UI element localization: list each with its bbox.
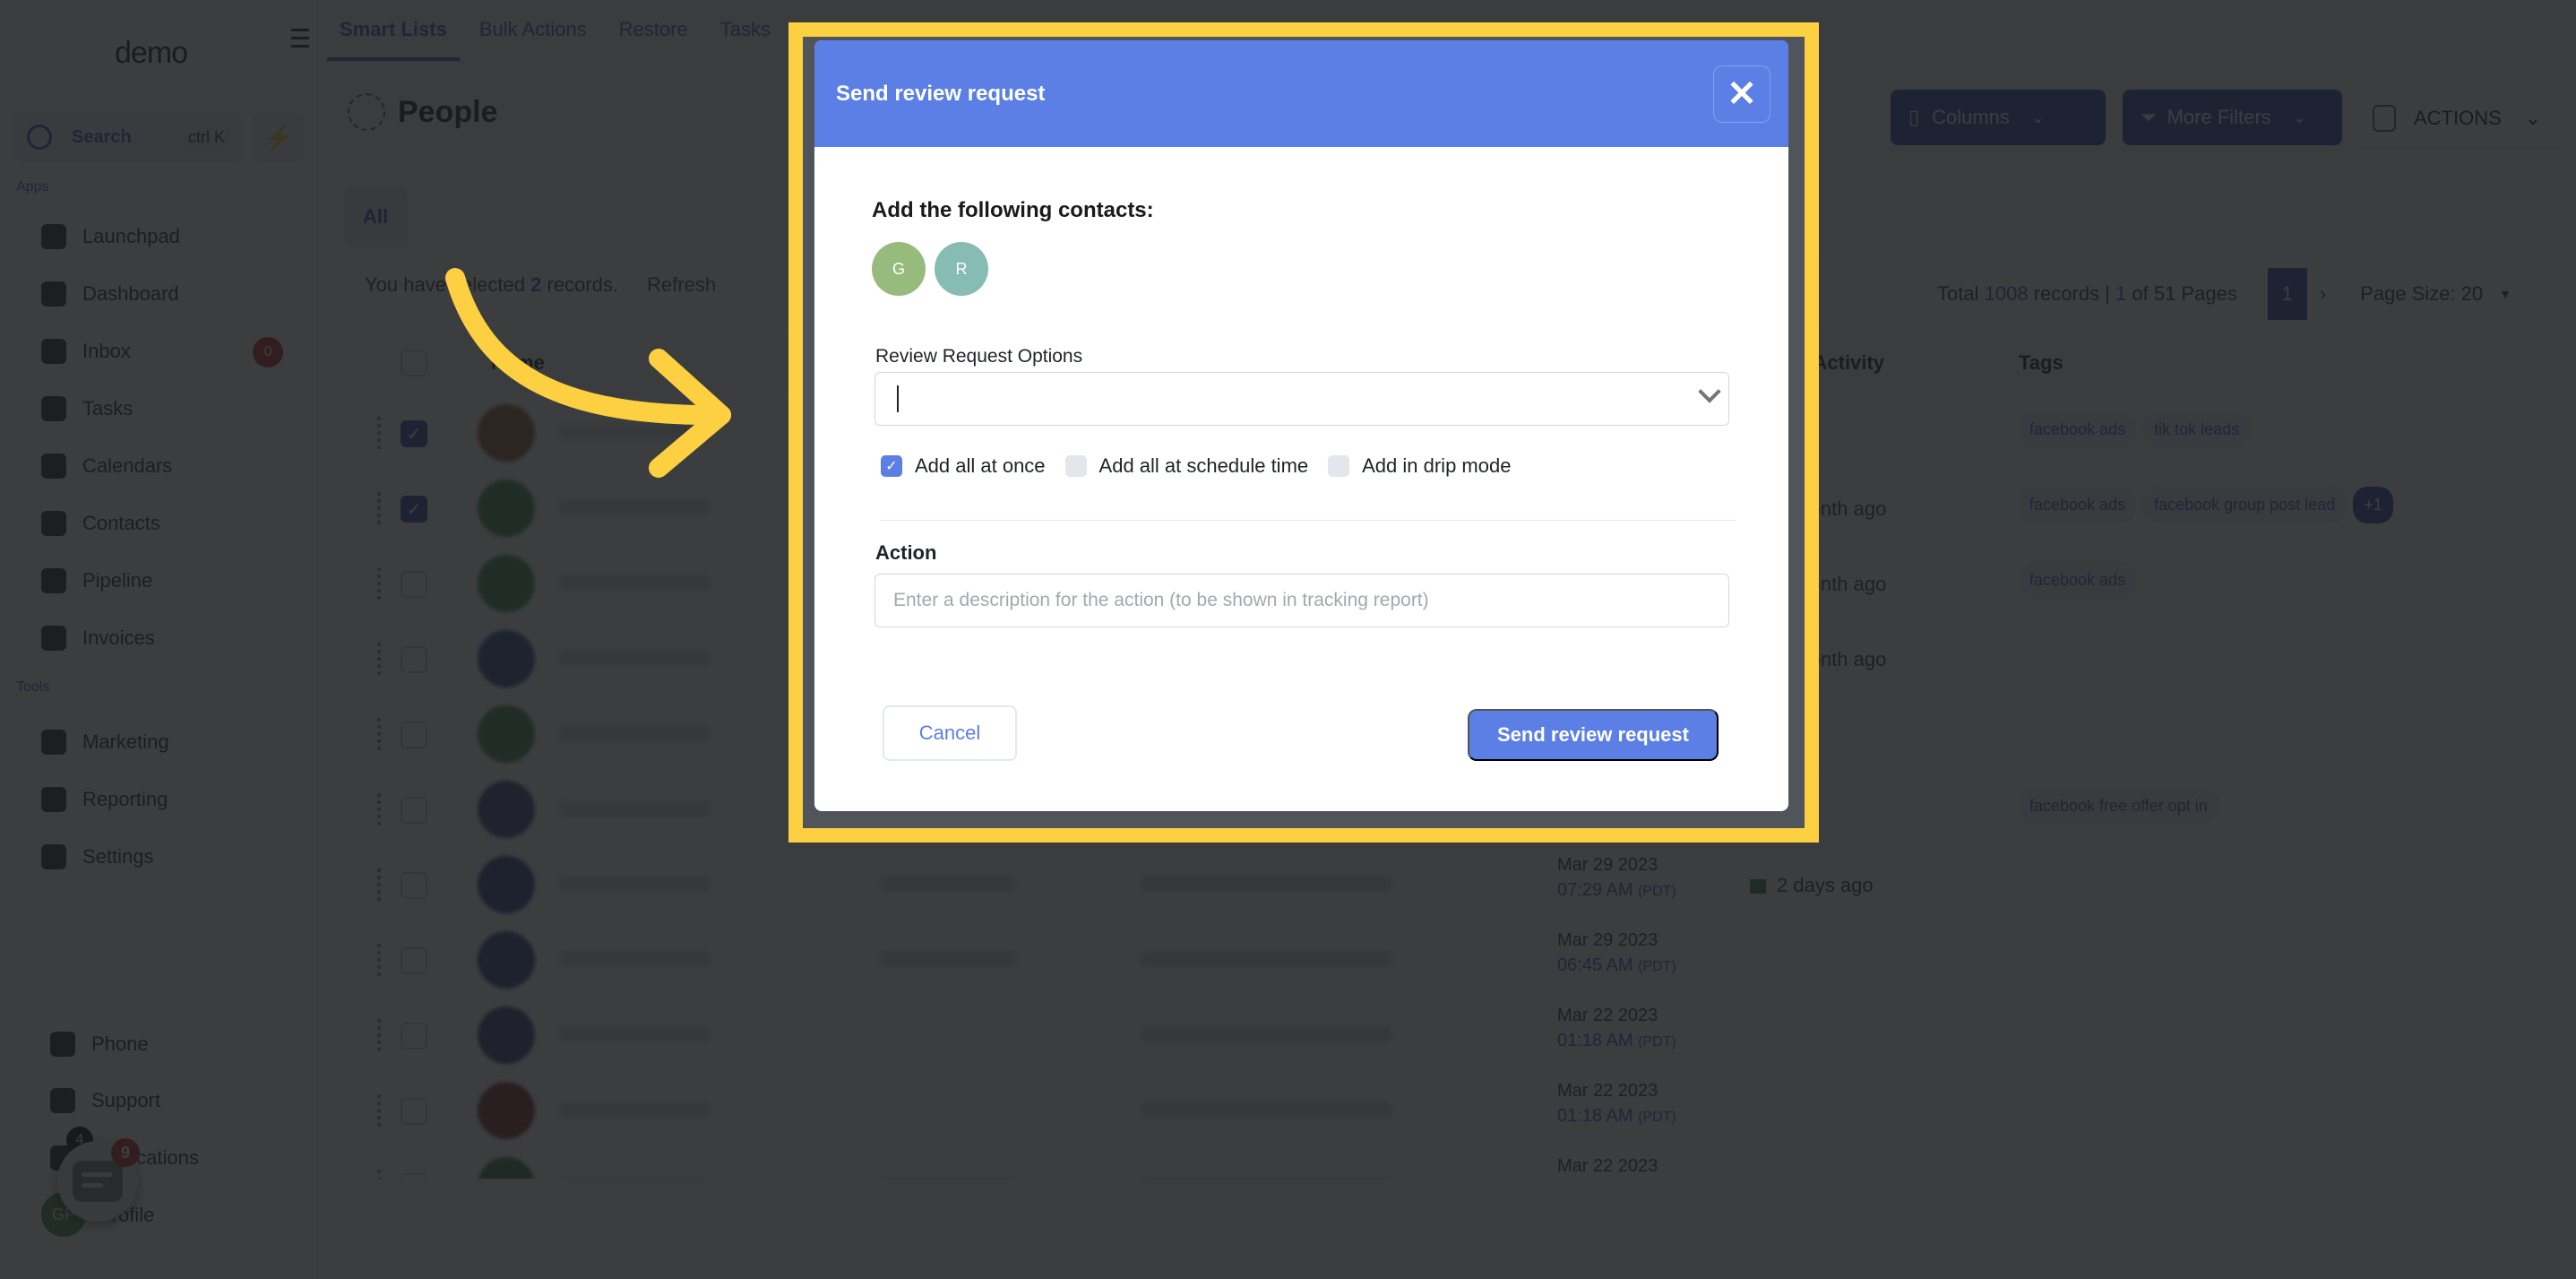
option-add-all-at-schedule-time[interactable]: Add all at schedule time — [1064, 454, 1309, 478]
option-add-in-drip-mode[interactable]: Add in drip mode — [1328, 454, 1511, 478]
cancel-button[interactable]: Cancel — [883, 705, 1017, 761]
option-label: Add all at schedule time — [1098, 454, 1309, 477]
modal-title: Send review request — [836, 81, 1046, 106]
action-description-input[interactable] — [874, 574, 1729, 627]
action-label: Action — [875, 541, 937, 564]
contacts-label: Add the following contacts: — [872, 198, 1154, 222]
modal-header: Send review request ✕ — [814, 40, 1788, 147]
review-options-label: Review Request Options — [875, 346, 1083, 367]
checkbox[interactable] — [1064, 455, 1087, 477]
contact-avatar: R — [935, 242, 988, 296]
divider — [881, 520, 1736, 521]
option-label: Add all at once — [915, 454, 1046, 477]
close-icon: ✕ — [1727, 73, 1757, 114]
option-add-all-at-once[interactable]: ✓ Add all at once — [881, 454, 1046, 478]
send-review-request-button[interactable]: Send review request — [1468, 709, 1719, 761]
send-review-request-modal: Send review request ✕ Add the following … — [814, 40, 1788, 811]
app-root: demo Search ctrl K ⚡ Apps Launchpad Dash… — [0, 0, 2576, 1279]
tutorial-arrow-icon — [445, 268, 731, 478]
checkbox[interactable] — [1328, 455, 1350, 477]
add-mode-options: ✓ Add all at once Add all at schedule ti… — [881, 454, 1530, 478]
checkbox-checked[interactable]: ✓ — [881, 455, 902, 477]
contact-avatar: G — [872, 242, 926, 296]
chevron-down-icon — [1698, 380, 1721, 403]
option-label: Add in drip mode — [1362, 454, 1512, 477]
review-options-select[interactable] — [874, 372, 1729, 426]
close-button[interactable]: ✕ — [1713, 65, 1770, 123]
text-cursor — [897, 385, 899, 412]
